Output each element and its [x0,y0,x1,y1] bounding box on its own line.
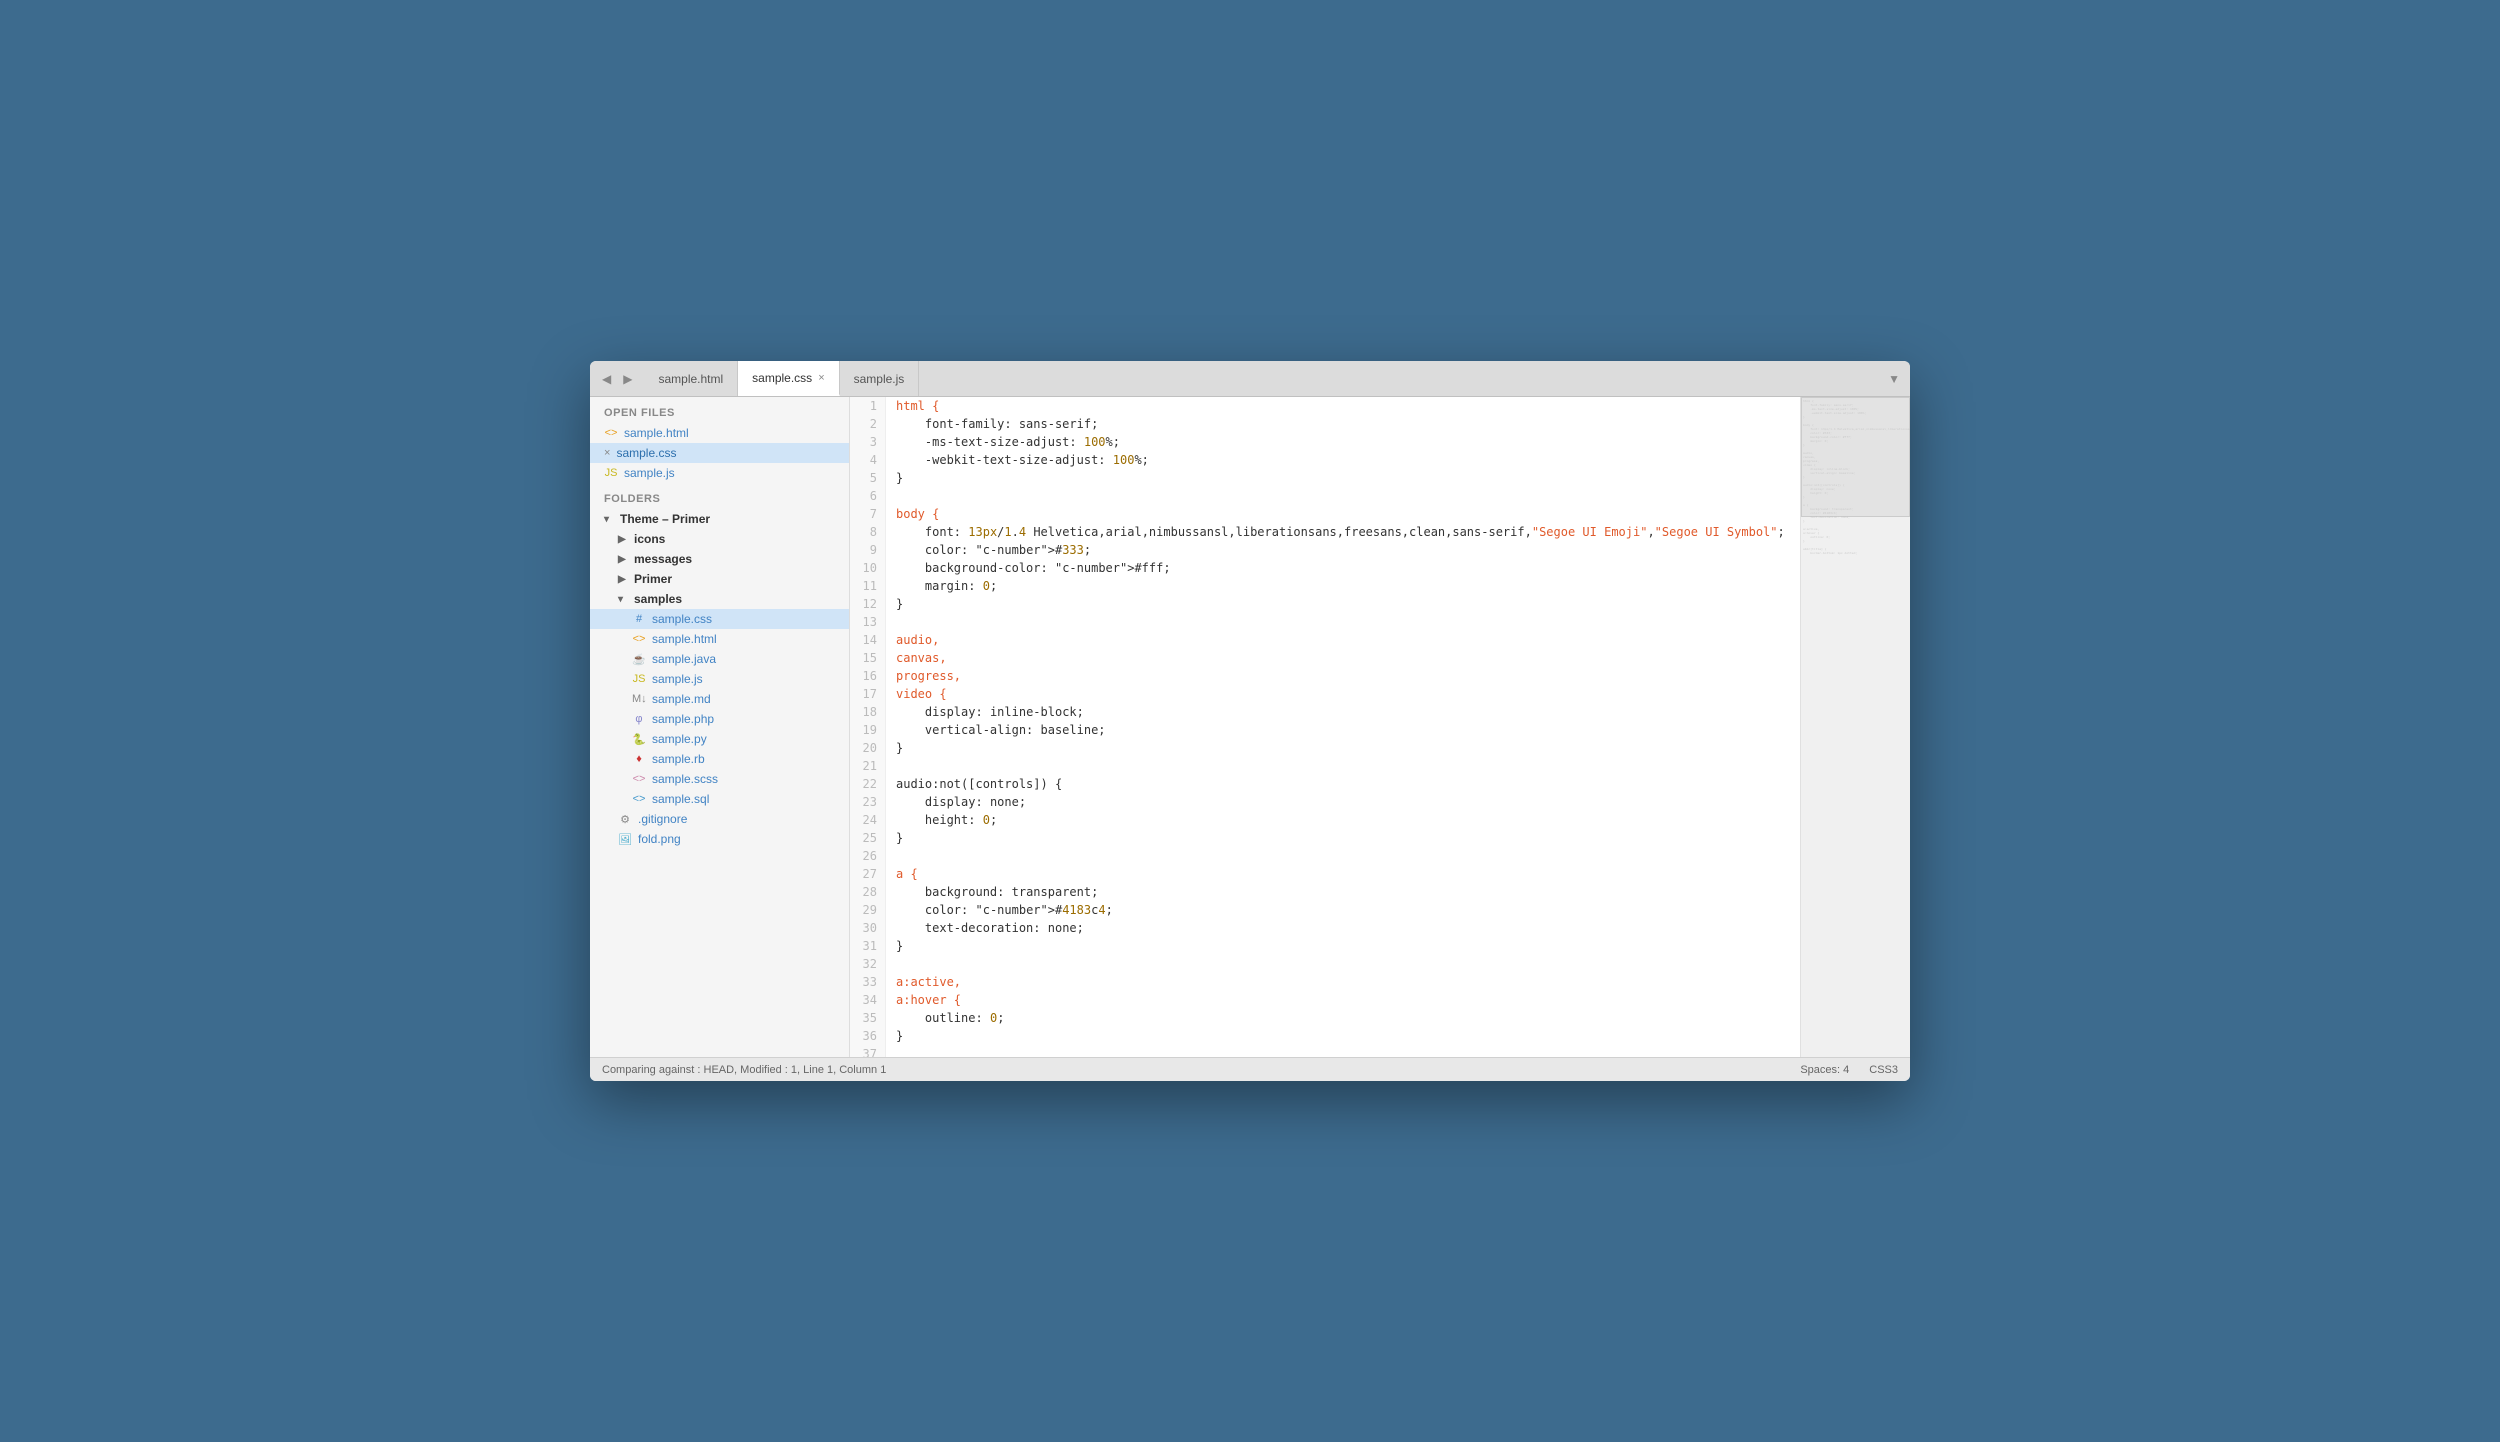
open-file-sample-css[interactable]: × sample.css [590,443,849,463]
folder-messages[interactable]: ▶ messages [590,549,849,569]
file-sample-sql-label: sample.sql [652,792,709,806]
java-file-icon: ☕ [632,653,646,666]
minimap: html { font-family: sans-serif; -ms-text… [1800,397,1910,1057]
tab-css-label: sample.css [752,371,812,385]
file-sample-js2[interactable]: JS sample.js [590,669,849,689]
spaces-indicator: Spaces: 4 [1800,1064,1849,1076]
tab-js-label: sample.js [854,372,905,386]
js-file-icon: JS [632,673,646,685]
rb-file-icon: ♦ [632,753,646,765]
folder-theme-primer-label: Theme – Primer [620,512,710,526]
file-sample-html-label: sample.html [652,632,717,646]
chevron-down-icon: ▾ [618,594,628,605]
folder-samples[interactable]: ▾ samples [590,589,849,609]
tab-nav: ◀ ▶ [590,370,644,388]
folder-icons[interactable]: ▶ icons [590,529,849,549]
file-sample-md-label: sample.md [652,692,711,706]
nav-forward-button[interactable]: ▶ [619,370,636,388]
language-indicator: CSS3 [1869,1064,1898,1076]
js-icon: JS [604,467,618,479]
file-sample-rb-label: sample.rb [652,752,705,766]
file-fold-png[interactable]: 🖼 fold.png [590,829,849,849]
open-file-css-label: sample.css [616,446,676,460]
file-sample-html[interactable]: <> sample.html [590,629,849,649]
folder-theme-primer[interactable]: ▾ Theme – Primer [590,509,849,529]
file-sample-py[interactable]: 🐍 sample.py [590,729,849,749]
php-file-icon: φ [632,713,646,725]
file-sample-php[interactable]: φ sample.php [590,709,849,729]
status-right: Spaces: 4 CSS3 [1800,1064,1898,1076]
tab-html-label: sample.html [658,372,723,386]
code-content[interactable]: html { font-family: sans-serif; -ms-text… [886,397,1800,1057]
file-sample-java[interactable]: ☕ sample.java [590,649,849,669]
tab-sample-html[interactable]: sample.html [644,361,738,396]
file-sample-css-label: sample.css [652,612,712,626]
css-file-icon: # [632,613,646,625]
file-sample-scss[interactable]: <> sample.scss [590,769,849,789]
sidebar: OPEN FILES <> sample.html × sample.css J… [590,397,850,1057]
open-files-title: OPEN FILES [590,397,849,423]
file-gitignore[interactable]: ⚙ .gitignore [590,809,849,829]
folder-primer[interactable]: ▶ Primer [590,569,849,589]
scss-file-icon: <> [632,773,646,785]
tab-sample-css[interactable]: sample.css × [738,361,839,396]
md-file-icon: M↓ [632,693,646,705]
file-sample-sql[interactable]: <> sample.sql [590,789,849,809]
file-sample-scss-label: sample.scss [652,772,718,786]
status-left: Comparing against : HEAD, Modified : 1, … [602,1064,886,1076]
sql-file-icon: <> [632,793,646,805]
open-file-html-label: sample.html [624,426,689,440]
chevron-right-icon: ▶ [618,534,628,545]
file-sample-java-label: sample.java [652,652,716,666]
html-file-icon: <> [632,633,646,645]
editor-area: 1234567891011121314151617181920212223242… [850,397,1910,1057]
chevron-right-icon: ▶ [618,554,628,565]
folder-primer-label: Primer [634,572,672,586]
folder-samples-label: samples [634,592,682,606]
tab-bar: ◀ ▶ sample.html sample.css × sample.js ▼ [590,361,1910,397]
nav-back-button[interactable]: ◀ [598,370,615,388]
file-sample-css[interactable]: # sample.css [590,609,849,629]
minimap-viewport[interactable] [1801,397,1910,517]
open-file-sample-html[interactable]: <> sample.html [590,423,849,443]
tab-sample-js[interactable]: sample.js [840,361,920,396]
chevron-right-icon: ▶ [618,574,628,585]
tab-dropdown-button[interactable]: ▼ [1878,372,1910,386]
py-file-icon: 🐍 [632,733,646,746]
status-bar: Comparing against : HEAD, Modified : 1, … [590,1057,1910,1081]
editor-window: ◀ ▶ sample.html sample.css × sample.js ▼… [590,361,1910,1081]
main-area: OPEN FILES <> sample.html × sample.css J… [590,397,1910,1057]
file-sample-php-label: sample.php [652,712,714,726]
file-close-icon[interactable]: × [604,447,610,459]
img-file-icon: 🖼 [618,833,632,846]
file-gitignore-label: .gitignore [638,812,687,826]
tab-close-button[interactable]: × [818,372,824,384]
gear-file-icon: ⚙ [618,813,632,826]
folder-icons-label: icons [634,532,665,546]
file-sample-md[interactable]: M↓ sample.md [590,689,849,709]
chevron-down-icon: ▾ [604,514,614,525]
folder-messages-label: messages [634,552,692,566]
file-sample-rb[interactable]: ♦ sample.rb [590,749,849,769]
file-sample-py-label: sample.py [652,732,707,746]
file-fold-png-label: fold.png [638,832,681,846]
file-sample-js2-label: sample.js [652,672,703,686]
line-numbers: 1234567891011121314151617181920212223242… [850,397,886,1057]
folders-title: FOLDERS [590,483,849,509]
open-file-js-label: sample.js [624,466,675,480]
html-icon: <> [604,427,618,439]
open-file-sample-js[interactable]: JS sample.js [590,463,849,483]
